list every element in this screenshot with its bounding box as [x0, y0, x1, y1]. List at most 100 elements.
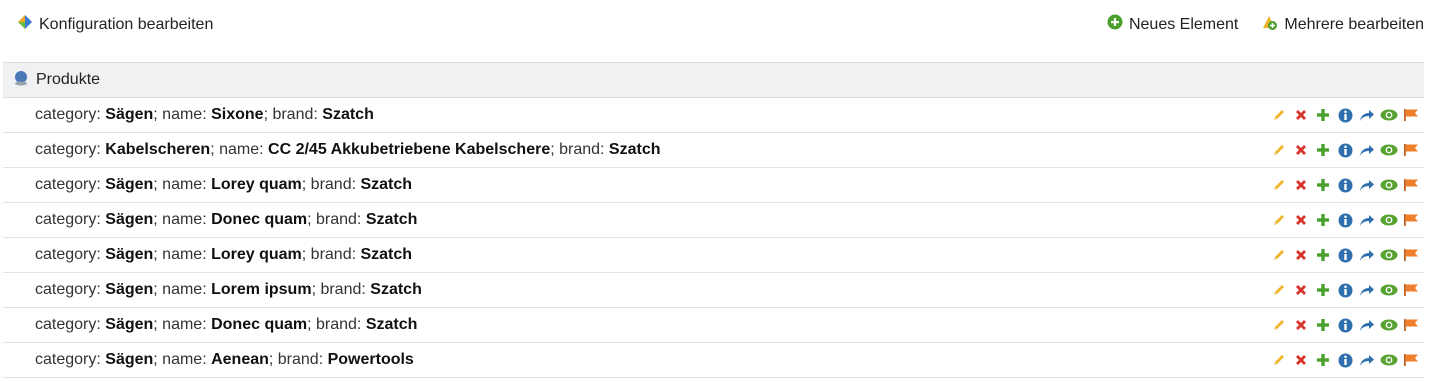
- delete-icon[interactable]: [1292, 281, 1310, 299]
- category-value: Sägen: [105, 281, 154, 298]
- name-label: ; name:: [153, 281, 212, 298]
- add-icon[interactable]: [1314, 246, 1332, 264]
- move-icon[interactable]: [1358, 141, 1376, 159]
- table-row[interactable]: category: Sägen; name: Lorey quam; brand…: [3, 168, 1424, 203]
- delete-icon[interactable]: [1292, 106, 1310, 124]
- info-icon[interactable]: [1336, 176, 1354, 194]
- brand-label: ; brand:: [263, 106, 323, 123]
- pencil-icon[interactable]: [1270, 106, 1288, 124]
- add-icon[interactable]: [1314, 281, 1332, 299]
- flag-icon[interactable]: [1402, 106, 1420, 124]
- category-label: category:: [35, 316, 106, 333]
- view-icon[interactable]: [1380, 141, 1398, 159]
- row-label: category: Sägen; name: Lorem ipsum; bran…: [35, 281, 422, 299]
- name-value: Lorem ipsum: [211, 281, 312, 298]
- name-label: ; name:: [153, 316, 212, 333]
- view-icon[interactable]: [1380, 316, 1398, 334]
- brand-value: Szatch: [322, 106, 374, 123]
- brand-label: ; brand:: [307, 211, 366, 228]
- top-toolbar: Konfiguration bearbeiten Neues Element M…: [0, 0, 1440, 48]
- flag-icon[interactable]: [1402, 246, 1420, 264]
- delete-icon[interactable]: [1292, 316, 1310, 334]
- name-label: ; name:: [153, 246, 212, 263]
- info-icon[interactable]: [1336, 351, 1354, 369]
- add-icon[interactable]: [1314, 351, 1332, 369]
- table-row[interactable]: category: Sägen; name: Donec quam; brand…: [3, 203, 1424, 238]
- pencil-icon[interactable]: [1270, 316, 1288, 334]
- row-label: category: Kabelscheren; name: CC 2/45 Ak…: [35, 141, 661, 159]
- pencil-icon[interactable]: [1270, 141, 1288, 159]
- table-row[interactable]: category: Sägen; name: Lorey quam; brand…: [3, 238, 1424, 273]
- table-row[interactable]: category: Sägen; name: Lorem ipsum; bran…: [3, 273, 1424, 308]
- info-icon[interactable]: [1336, 106, 1354, 124]
- category-value: Kabelscheren: [105, 141, 211, 158]
- pencil-icon[interactable]: [1270, 246, 1288, 264]
- view-icon[interactable]: [1380, 211, 1398, 229]
- category-value: Sägen: [105, 316, 154, 333]
- name-value: Sixone: [211, 106, 264, 123]
- add-icon[interactable]: [1314, 176, 1332, 194]
- flag-icon[interactable]: [1402, 281, 1420, 299]
- delete-icon[interactable]: [1292, 211, 1310, 229]
- info-icon[interactable]: [1336, 281, 1354, 299]
- move-icon[interactable]: [1358, 281, 1376, 299]
- add-circle-icon: [1107, 14, 1123, 35]
- new-element-button[interactable]: Neues Element: [1107, 14, 1238, 35]
- info-icon[interactable]: [1336, 246, 1354, 264]
- configuration-icon: [17, 14, 33, 35]
- edit-configuration-link[interactable]: Konfiguration bearbeiten: [17, 14, 213, 35]
- move-icon[interactable]: [1358, 106, 1376, 124]
- table-row[interactable]: category: Sägen; name: Sixone; brand: Sz…: [3, 98, 1424, 133]
- table-row[interactable]: category: Sägen; name: Donec quam; brand…: [3, 308, 1424, 343]
- row-label: category: Sägen; name: Lorey quam; brand…: [35, 246, 412, 264]
- delete-icon[interactable]: [1292, 176, 1310, 194]
- category-label: category:: [35, 141, 106, 158]
- move-icon[interactable]: [1358, 176, 1376, 194]
- move-icon[interactable]: [1358, 211, 1376, 229]
- name-value: Lorey quam: [211, 246, 302, 263]
- table-row[interactable]: category: Sägen; name: Aenean; brand: Po…: [3, 343, 1424, 378]
- delete-icon[interactable]: [1292, 246, 1310, 264]
- category-label: category:: [35, 351, 106, 368]
- view-icon[interactable]: [1380, 351, 1398, 369]
- row-label: category: Sägen; name: Donec quam; brand…: [35, 211, 417, 229]
- pencil-icon[interactable]: [1270, 281, 1288, 299]
- view-icon[interactable]: [1380, 176, 1398, 194]
- delete-icon[interactable]: [1292, 141, 1310, 159]
- row-label: category: Sägen; name: Lorey quam; brand…: [35, 176, 412, 194]
- brand-value: Szatch: [608, 141, 661, 158]
- edit-multiple-button[interactable]: Mehrere bearbeiten: [1260, 13, 1424, 36]
- category-value: Sägen: [105, 211, 154, 228]
- flag-icon[interactable]: [1402, 211, 1420, 229]
- info-icon[interactable]: [1336, 141, 1354, 159]
- add-icon[interactable]: [1314, 211, 1332, 229]
- move-icon[interactable]: [1358, 246, 1376, 264]
- flag-icon[interactable]: [1402, 176, 1420, 194]
- view-icon[interactable]: [1380, 246, 1398, 264]
- add-icon[interactable]: [1314, 141, 1332, 159]
- product-list: category: Sägen; name: Sixone; brand: Sz…: [3, 98, 1424, 378]
- row-label: category: Sägen; name: Sixone; brand: Sz…: [35, 106, 374, 124]
- flag-icon[interactable]: [1402, 316, 1420, 334]
- add-icon[interactable]: [1314, 106, 1332, 124]
- brand-label: ; brand:: [268, 351, 328, 368]
- table-row[interactable]: category: Kabelscheren; name: CC 2/45 Ak…: [3, 133, 1424, 168]
- flag-icon[interactable]: [1402, 141, 1420, 159]
- info-icon[interactable]: [1336, 211, 1354, 229]
- delete-icon[interactable]: [1292, 351, 1310, 369]
- panel-title: Produkte: [36, 71, 101, 88]
- view-icon[interactable]: [1380, 106, 1398, 124]
- pencil-icon[interactable]: [1270, 176, 1288, 194]
- pencil-icon[interactable]: [1270, 211, 1288, 229]
- brand-value: Szatch: [360, 246, 413, 263]
- flag-icon[interactable]: [1402, 351, 1420, 369]
- add-icon[interactable]: [1314, 316, 1332, 334]
- move-icon[interactable]: [1358, 316, 1376, 334]
- pencil-icon[interactable]: [1270, 351, 1288, 369]
- info-icon[interactable]: [1336, 316, 1354, 334]
- category-value: Sägen: [105, 176, 154, 193]
- brand-value: Szatch: [370, 281, 422, 298]
- move-icon[interactable]: [1358, 351, 1376, 369]
- view-icon[interactable]: [1380, 281, 1398, 299]
- category-label: category:: [35, 281, 106, 298]
